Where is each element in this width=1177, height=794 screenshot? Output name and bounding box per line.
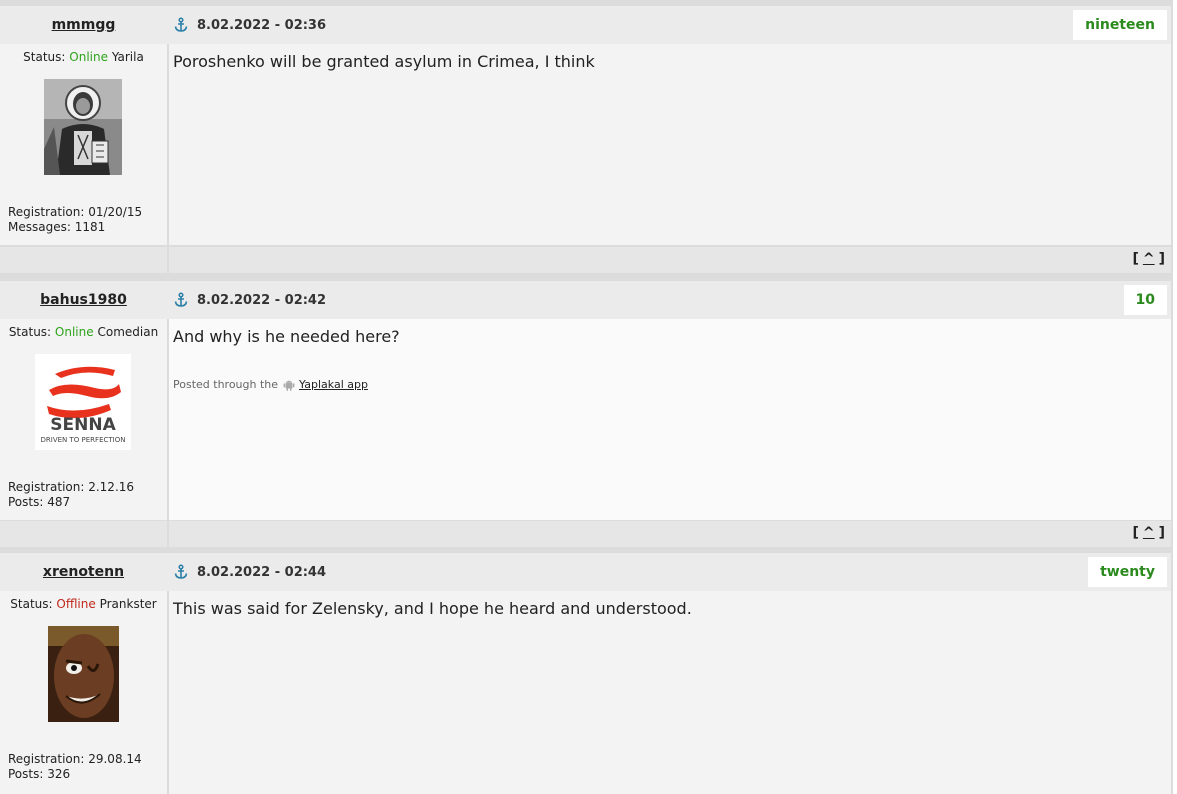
user-status: Status: Online Comedian <box>8 325 159 339</box>
icon-portrait-avatar[interactable] <box>44 79 122 175</box>
post-footer: [^] <box>0 521 1171 547</box>
post-message: Poroshenko will be granted asylum in Cri… <box>173 52 595 71</box>
anchor-icon[interactable] <box>173 17 189 33</box>
post-rating[interactable]: twenty <box>1088 557 1167 587</box>
post-body: Status: Online Comedian SENNA DRIVEN TO … <box>0 319 1171 520</box>
user-title: Comedian <box>97 325 159 339</box>
username-link[interactable]: xrenotenn <box>43 564 124 580</box>
user-info-panel: Status: Online Yarila Registration: 01/2… <box>0 44 167 245</box>
post-date: 8.02.2022 - 02:36 <box>197 17 327 33</box>
user-info-panel: Status: Online Comedian SENNA DRIVEN TO … <box>0 319 167 520</box>
user-title: Yarila <box>111 50 144 64</box>
registration-date: Registration: 2.12.16 <box>8 480 135 494</box>
user-info-panel: Status: Offline Prankster Registration: … <box>0 591 167 794</box>
registration-date: Registration: 01/20/15 <box>8 205 143 219</box>
registration-date: Registration: 29.08.14 <box>8 752 142 766</box>
post-header: mmmgg 8.02.2022 - 02:36 nineteen <box>0 6 1171 44</box>
user-status: Status: Online Yarila <box>23 50 144 64</box>
caret-up-icon: ^ <box>1142 251 1155 267</box>
post-date: 8.02.2022 - 02:44 <box>197 564 327 580</box>
anchor-icon[interactable] <box>173 292 189 308</box>
post-date: 8.02.2022 - 02:42 <box>197 292 327 308</box>
post-message: And why is he needed here? <box>173 327 400 346</box>
status-offline: Offline <box>56 597 96 611</box>
anchor-icon[interactable] <box>173 564 189 580</box>
app-link[interactable]: Yaplakal app <box>299 378 368 391</box>
username-link[interactable]: mmmgg <box>52 17 116 33</box>
post-body: Status: Offline Prankster Registration: … <box>0 591 1171 794</box>
status-online: Online <box>54 325 94 339</box>
user-stats: Registration: 29.08.14 Posts: 326 <box>8 752 142 782</box>
post-rating[interactable]: 10 <box>1123 285 1167 315</box>
post-content: This was said for Zelensky, and I hope h… <box>169 591 1171 794</box>
post-content: Poroshenko will be granted asylum in Cri… <box>169 44 1171 245</box>
caret-up-icon: ^ <box>1142 525 1155 541</box>
android-icon <box>283 380 295 391</box>
post-message: This was said for Zelensky, and I hope h… <box>173 599 692 618</box>
user-status: Status: Offline Prankster <box>10 597 157 611</box>
post-content: And why is he needed here? Posted throug… <box>169 319 1171 520</box>
posted-via: Posted through the Yaplakal app <box>173 378 368 391</box>
user-stats: Registration: 01/20/15 Messages: 1181 <box>8 205 142 235</box>
senna-logo-avatar[interactable]: SENNA DRIVEN TO PERFECTION <box>35 354 131 450</box>
face-photo-avatar[interactable] <box>48 626 119 722</box>
post-count: Posts: 326 <box>8 767 71 781</box>
post-header: xrenotenn 8.02.2022 - 02:44 twenty <box>0 553 1171 591</box>
post-footer: [^] <box>0 247 1171 273</box>
user-title: Prankster <box>99 597 157 611</box>
senna-wordmark: SENNA <box>50 415 116 435</box>
post-header: bahus1980 8.02.2022 - 02:42 10 <box>0 281 1171 319</box>
post-count: Posts: 487 <box>8 495 71 509</box>
post-body: Status: Online Yarila Registration: 01/2… <box>0 44 1171 245</box>
username-link[interactable]: bahus1980 <box>40 292 127 308</box>
user-stats: Registration: 2.12.16 Posts: 487 <box>8 480 134 510</box>
senna-tagline: DRIVEN TO PERFECTION <box>41 436 126 444</box>
forum-thread: mmmgg 8.02.2022 - 02:36 nineteen Status:… <box>0 0 1173 794</box>
message-count: Messages: 1181 <box>8 220 106 234</box>
post-rating[interactable]: nineteen <box>1073 10 1167 40</box>
scroll-top-button[interactable]: [^] <box>1132 251 1165 267</box>
status-online: Online <box>69 50 108 64</box>
scroll-top-button[interactable]: [^] <box>1132 525 1165 541</box>
